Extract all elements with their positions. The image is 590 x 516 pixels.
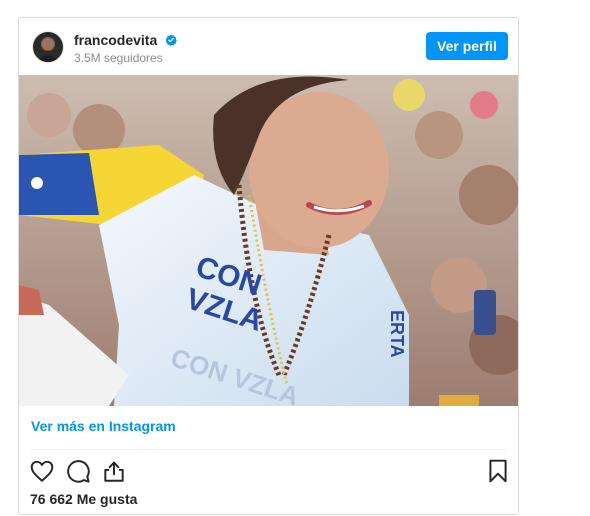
share-icon[interactable] (101, 458, 127, 484)
avatar[interactable] (32, 31, 64, 63)
post-header: francodevita 3.5M seguidores Ver perfil (19, 18, 518, 75)
username[interactable]: francodevita (74, 32, 178, 48)
bookmark-icon[interactable] (485, 458, 511, 484)
username-text[interactable]: francodevita (74, 32, 157, 48)
post-photo-illustration: CON VZLA CON VZLA ERTA (19, 75, 518, 406)
heart-icon[interactable] (29, 458, 55, 484)
verified-badge-icon (165, 34, 178, 46)
divider (30, 449, 507, 450)
action-bar (19, 456, 518, 490)
post-photo[interactable]: CON VZLA CON VZLA ERTA (19, 75, 518, 406)
comment-icon[interactable] (65, 458, 91, 484)
follower-count: 3.5M seguidores (74, 51, 163, 65)
instagram-embed-card: francodevita 3.5M seguidores Ver perfil (18, 17, 519, 515)
like-count[interactable]: 76 662 Me gusta (30, 491, 137, 507)
view-profile-button[interactable]: Ver perfil (426, 32, 508, 60)
view-more-on-instagram-link[interactable]: Ver más en Instagram (31, 418, 176, 434)
sleeve-text: ERTA (387, 310, 407, 358)
